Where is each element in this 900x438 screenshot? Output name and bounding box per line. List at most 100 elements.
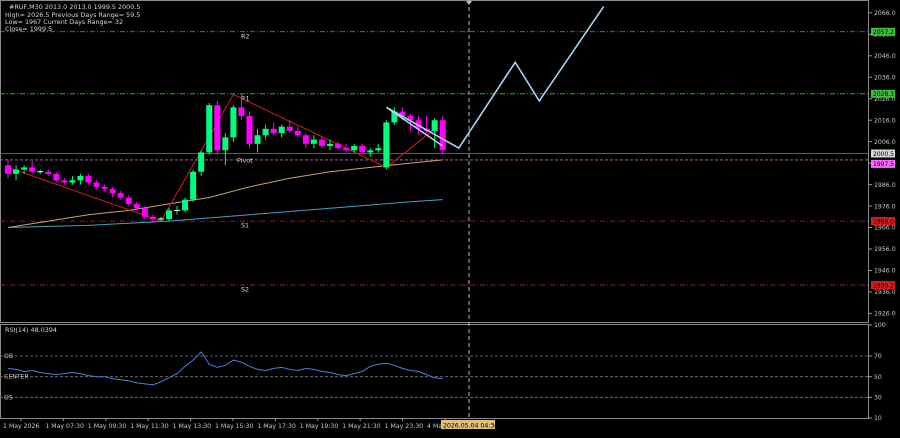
candle-body (302, 135, 309, 144)
candle-body (117, 193, 124, 198)
candle-body (29, 167, 36, 172)
price-tick-label: 1976.0 (874, 203, 896, 210)
candle-body (359, 145, 366, 153)
price-tick-label: 1986.0 (874, 182, 896, 189)
candle (439, 115, 446, 155)
time-tick-label: 1 May 2026 (3, 423, 39, 430)
price-tick-label: 1936.0 (874, 289, 896, 296)
candle-body (5, 165, 11, 174)
price-tick-label: 1966.0 (874, 225, 896, 232)
price-tick-label: 1946.0 (874, 268, 896, 275)
candle-body (431, 120, 438, 131)
rsi-tick-label: 100 (874, 322, 886, 329)
candle-body (77, 176, 84, 181)
candle (190, 169, 197, 202)
candle-body (286, 126, 293, 131)
time-tick-label: 1 May 15:30 (215, 423, 254, 430)
price-tick-label: 2016.0 (874, 117, 896, 124)
candle-body (367, 150, 374, 153)
candle (182, 197, 189, 213)
candle-body (125, 197, 132, 204)
rsi-tick-label: 10 (874, 415, 882, 422)
price-tick-label: 2066.0 (874, 10, 896, 17)
rsi-title: RSI(14) 48.0394 (5, 326, 57, 334)
candle-body (335, 143, 342, 149)
time-tick-label: 1 May 09:30 (88, 423, 127, 430)
level-s1-price-tag: 1969.0 (873, 218, 894, 225)
candle-body (93, 182, 100, 187)
time-tick-label: 1 May 11:30 (130, 423, 169, 430)
candle-body (69, 180, 76, 183)
level-r1-price-tag: 2028.3 (873, 91, 894, 98)
candle-body (383, 122, 390, 168)
candle-body (101, 186, 108, 189)
level-s1-label: S1 (241, 222, 249, 230)
candle-body (214, 105, 221, 151)
candle-body (254, 135, 261, 144)
price-tick-label: 2036.0 (874, 74, 896, 81)
candle-body (246, 115, 253, 144)
time-tick-label: 1 May 13:30 (173, 423, 212, 430)
candle-body (375, 148, 382, 151)
level-s2-price-tag: 1939.2 (873, 282, 894, 289)
time-tick-label: 1 May 23:30 (385, 423, 424, 430)
candle (383, 120, 390, 170)
candle-body (318, 139, 325, 146)
price-tick-label: 2006.0 (874, 139, 896, 146)
time-tick-label: 1 May 07:30 (45, 423, 84, 430)
candle (206, 103, 213, 155)
chart-canvas[interactable]: #RUF,M30 2013.0 2013.0 1999.5 2000.5 Hig… (0, 0, 900, 434)
candle-body (310, 139, 317, 144)
time-tick-label: 1 May 21:30 (342, 423, 381, 430)
candle-body (85, 176, 92, 183)
last-price-tag: 2000.5 (873, 151, 894, 158)
candle-body (270, 128, 277, 134)
chart-background (0, 0, 900, 434)
candle-body (351, 145, 358, 151)
candle (246, 111, 253, 149)
price-tick-label: 1956.0 (874, 246, 896, 253)
candle-body (13, 169, 20, 174)
candle-body (166, 210, 172, 219)
trading-chart-window: #RUF,M30 2013.0 2013.0 1999.5 2000.5 Hig… (0, 0, 900, 434)
candle-body (230, 107, 237, 138)
candle-body (294, 130, 301, 136)
candle-body (133, 203, 140, 209)
rsi-center-label: CENTER (4, 374, 30, 381)
rsi-tick-label: 30 (874, 395, 882, 402)
price-tick-label: 2046.0 (874, 53, 896, 60)
candle (214, 100, 221, 155)
ma-price-tag: 1997.5 (873, 161, 894, 168)
candle-body (206, 105, 213, 153)
level-s2-label: S2 (241, 286, 249, 294)
candle-body (343, 148, 350, 151)
pivot-label: Pivot (237, 157, 253, 165)
time-tick-label: 1 May 19:30 (300, 423, 339, 430)
candle-body (109, 188, 116, 194)
rsi-tick-label: 70 (874, 353, 882, 360)
price-tick-label: 1926.0 (874, 311, 896, 318)
candle (230, 105, 237, 142)
candle-body (222, 137, 229, 151)
candle-body (198, 152, 205, 172)
candle-body (53, 173, 60, 181)
candle-body (238, 107, 245, 116)
candle-body (182, 199, 189, 211)
candle-body (278, 126, 285, 134)
rsi-tick-label: 50 (874, 374, 882, 381)
level-r2-label: R2 (241, 32, 250, 40)
candle-body (61, 180, 68, 183)
rsi-os-label: OS (4, 394, 13, 401)
rsi-ob-label: OB (4, 353, 13, 360)
candle-body (45, 171, 52, 174)
cursor-time-label: 2026.05.04 04:30 (443, 423, 498, 430)
candle-body (149, 216, 156, 219)
candle-body (190, 171, 197, 200)
level-r2-price-tag: 2057.2 (873, 29, 894, 36)
candle-body (141, 208, 148, 217)
candle-body (327, 143, 333, 146)
header-line-1: #RUF,M30 2013.0 2013.0 1999.5 2000.5 (9, 3, 140, 11)
candle-body (262, 128, 269, 136)
cursor-time-badge: 2026.05.04 04:30 (441, 420, 498, 430)
time-tick-label: 1 May 17:30 (257, 423, 296, 430)
